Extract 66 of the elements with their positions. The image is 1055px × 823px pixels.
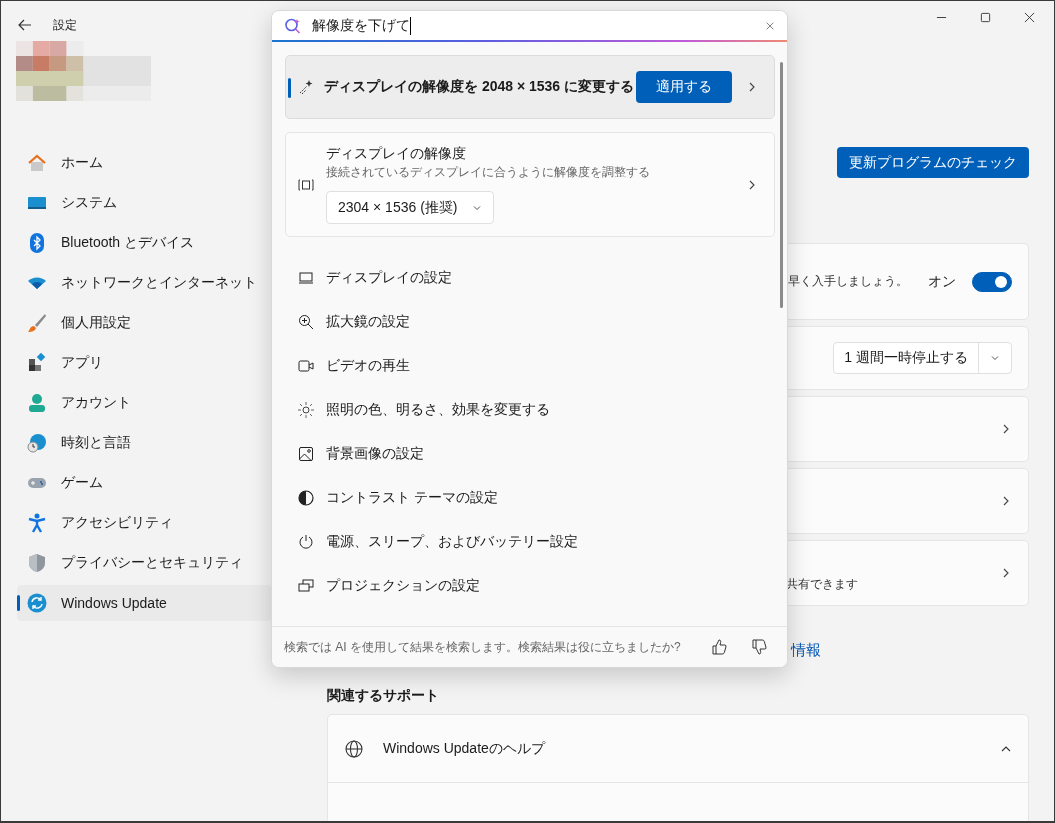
thumbs-down-icon[interactable] [751, 639, 767, 655]
zoom-in-icon [298, 314, 314, 330]
check-updates-button[interactable]: 更新プログラムのチェック [837, 147, 1029, 178]
ai-search-icon [284, 16, 302, 35]
laptop-icon [298, 270, 314, 286]
bluetooth-icon [27, 233, 47, 253]
video-camera-icon [298, 358, 314, 374]
projection-icon [298, 578, 314, 594]
sidebar-item[interactable]: 時刻と言語 [17, 425, 271, 461]
close-icon[interactable] [1024, 11, 1035, 23]
contrast-icon [298, 490, 314, 506]
help-card[interactable]: Windows Updateのヘルプ [327, 714, 1029, 821]
card-description: 早く入手しましょう。 [788, 273, 908, 290]
search-result[interactable]: 照明の色、明るさ、効果を変更する [285, 388, 775, 432]
brightness-icon [298, 402, 314, 418]
help-title: Windows Updateのヘルプ [383, 739, 545, 758]
resolution-card[interactable]: ディスプレイの解像度 接続されているディスプレイに合うように解像度を調整する 2304 × 1536 (推奨) [285, 132, 775, 237]
sidebar-item[interactable]: ゲーム [17, 465, 271, 501]
search-result[interactable]: 拡大鏡の設定 [285, 300, 775, 344]
sidebar-item[interactable]: アカウント [17, 385, 271, 421]
image-icon [298, 446, 314, 462]
search-result[interactable]: コントラスト テーマの設定 [285, 476, 775, 520]
toggle-state-label: オン [928, 272, 956, 291]
footer-note: 検索では AI を使用して結果を検索します。検索結果は役に立ちましたか? [284, 638, 681, 656]
person-icon [27, 393, 47, 413]
search-result[interactable]: 電源、スリープ、およびバッテリー設定 [285, 520, 775, 564]
sidebar-item[interactable]: ホーム [17, 145, 271, 181]
search-result[interactable]: ディスプレイの設定 [285, 256, 775, 300]
resolution-dropdown[interactable]: 2304 × 1536 (推奨) [326, 191, 495, 224]
thumbs-up-icon[interactable] [711, 639, 727, 655]
close-icon[interactable] [765, 20, 775, 31]
sidebar-item[interactable]: 個人用設定 [17, 305, 271, 341]
search-result[interactable]: 背景画像の設定 [285, 432, 775, 476]
suggestion-card[interactable]: ディスプレイの解像度を 2048 × 1536 に変更する 適用する [285, 55, 775, 119]
sidebar-item[interactable]: システム [17, 185, 271, 221]
home-icon [27, 153, 47, 173]
setting-subtitle: 接続されているディスプレイに合うように解像度を調整する [326, 164, 650, 181]
search-result[interactable]: ビデオの再生 [285, 344, 775, 388]
maximize-icon[interactable] [980, 11, 991, 23]
globe-icon [344, 738, 364, 759]
sparkle-wand-icon [298, 79, 314, 95]
shield-icon [27, 553, 47, 573]
apply-button[interactable]: 適用する [636, 71, 732, 103]
accessibility-icon [27, 513, 47, 533]
sidebar-item[interactable]: アプリ [17, 345, 271, 381]
toggle-switch[interactable] [972, 271, 1012, 292]
sidebar-item[interactable]: Windows Update [17, 585, 271, 621]
section-heading: 関連するサポート [327, 687, 440, 705]
search-result[interactable]: プロジェクションの設定 [285, 564, 775, 608]
setting-title: ディスプレイの解像度 [326, 145, 466, 163]
sidebar-item[interactable]: ネットワークとインターネット [17, 265, 271, 301]
sidebar-item[interactable]: アクセシビリティ [17, 505, 271, 541]
power-icon [298, 534, 314, 550]
globe-clock-icon [27, 433, 47, 453]
window-title: 設定 [53, 16, 77, 34]
info-link[interactable]: 情報 [791, 641, 821, 658]
brush-icon [27, 313, 47, 333]
update-icon [27, 593, 47, 613]
sidebar-item[interactable]: Bluetooth とデバイス [17, 225, 271, 261]
suggestion-text: ディスプレイの解像度を 2048 × 1536 に変更する [324, 78, 635, 96]
search-field[interactable]: 解像度を下げて [272, 11, 787, 40]
pause-dropdown[interactable]: 1 週間一時停止する [833, 342, 1012, 374]
apps-icon [27, 353, 47, 373]
sidebar-item[interactable]: プライバシーとセキュリティ [17, 545, 271, 581]
resize-icon [298, 177, 314, 192]
back-icon[interactable] [17, 17, 33, 33]
